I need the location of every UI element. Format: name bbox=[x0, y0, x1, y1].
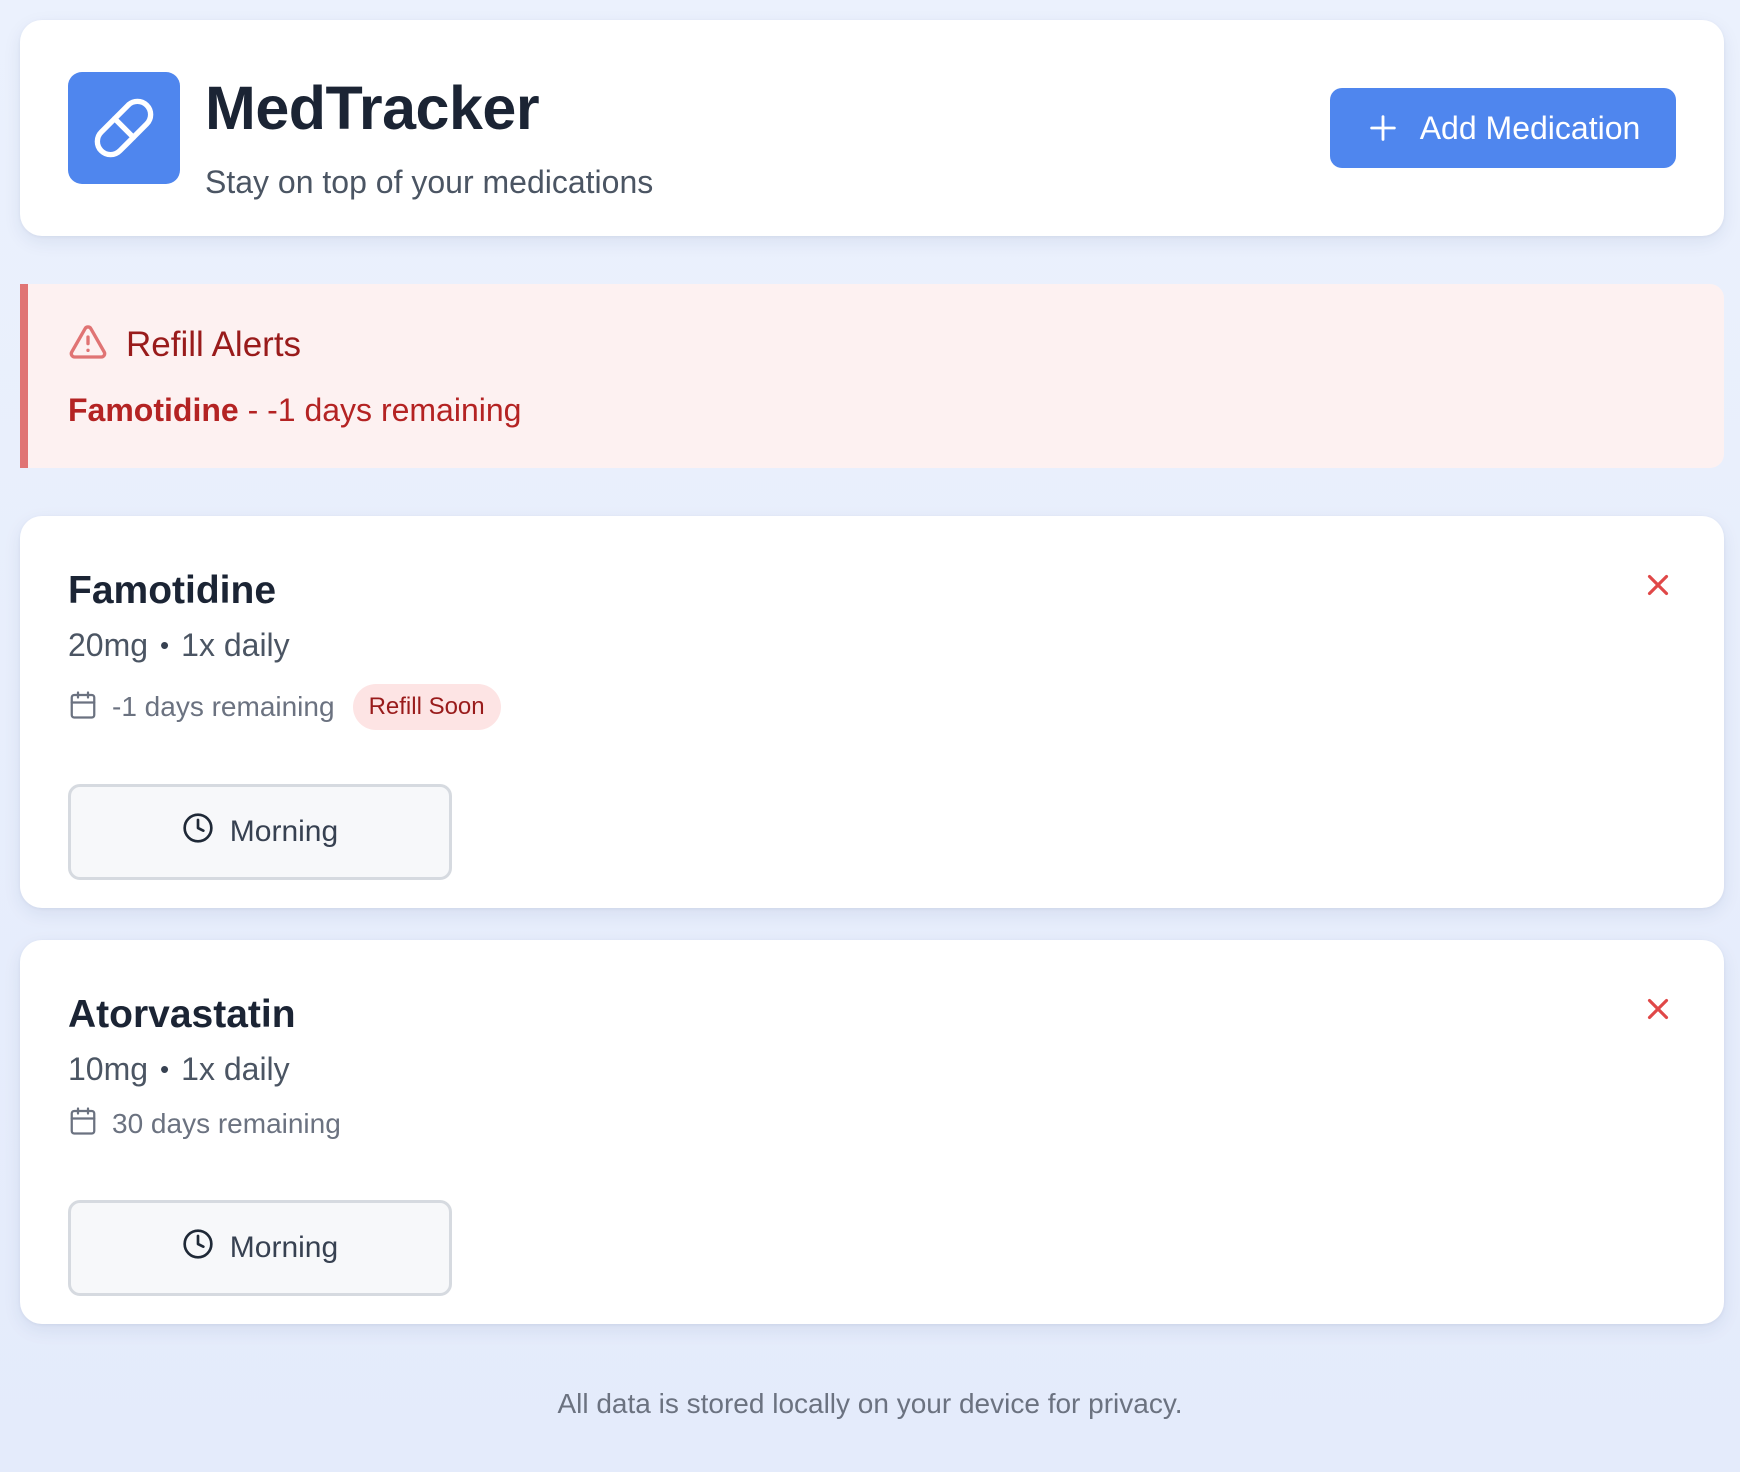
medication-dosage: 10mg • 1x daily bbox=[68, 1050, 290, 1088]
separator-dot: • bbox=[160, 1053, 170, 1084]
refill-alerts-title: Refill Alerts bbox=[126, 324, 302, 364]
app-container: MedTracker Stay on top of your medicatio… bbox=[20, 20, 1724, 1324]
app-subtitle: Stay on top of your medications bbox=[205, 164, 654, 200]
dose-time-button[interactable]: Morning bbox=[68, 1200, 452, 1296]
calendar-icon bbox=[68, 1106, 98, 1141]
refill-alert-med-name: Famotidine bbox=[68, 392, 239, 428]
dose-time-label: Morning bbox=[229, 815, 339, 848]
close-icon bbox=[1641, 992, 1675, 1029]
days-remaining: 30 days remaining bbox=[112, 1107, 341, 1139]
refill-alert-item: Famotidine - -1 days remaining bbox=[68, 392, 521, 429]
calendar-icon bbox=[68, 690, 98, 725]
medication-card: Atorvastatin 10mg • 1x daily 30 days rem… bbox=[20, 940, 1724, 1324]
pill-icon bbox=[68, 72, 180, 184]
dose-time-button[interactable]: Morning bbox=[68, 784, 452, 880]
days-remaining-row: 30 days remaining bbox=[68, 1106, 341, 1141]
delete-medication-button[interactable] bbox=[1638, 566, 1678, 606]
refill-alert-text: - -1 days remaining bbox=[238, 392, 522, 428]
separator-dot: • bbox=[160, 629, 170, 660]
dose: 10mg bbox=[68, 1051, 149, 1087]
frequency: 1x daily bbox=[181, 1051, 290, 1087]
app-header: MedTracker Stay on top of your medicatio… bbox=[20, 20, 1724, 236]
medication-dosage: 20mg • 1x daily bbox=[68, 626, 290, 664]
medication-name: Famotidine bbox=[68, 569, 277, 612]
warning-triangle-icon bbox=[68, 322, 108, 367]
refill-alerts-header: Refill Alerts bbox=[68, 322, 301, 367]
clock-icon bbox=[182, 1228, 214, 1268]
refill-soon-badge: Refill Soon bbox=[352, 684, 501, 730]
privacy-footer: All data is stored locally on your devic… bbox=[557, 1388, 1183, 1419]
clock-icon bbox=[182, 812, 214, 852]
medication-name: Atorvastatin bbox=[68, 993, 296, 1036]
frequency: 1x daily bbox=[181, 627, 290, 663]
refill-alerts-panel: Refill Alerts Famotidine - -1 days remai… bbox=[20, 284, 1724, 468]
add-medication-button[interactable]: Add Medication bbox=[1330, 88, 1676, 168]
dose-time-label: Morning bbox=[229, 1231, 339, 1264]
days-remaining-row: -1 days remaining Refill Soon bbox=[68, 684, 501, 730]
days-remaining: -1 days remaining bbox=[112, 691, 335, 722]
app-title: MedTracker bbox=[205, 74, 540, 142]
delete-medication-button[interactable] bbox=[1638, 990, 1678, 1030]
dose: 20mg bbox=[68, 627, 149, 663]
add-medication-label: Add Medication bbox=[1419, 109, 1641, 146]
close-icon bbox=[1641, 568, 1675, 605]
plus-icon bbox=[1366, 111, 1400, 145]
medication-card: Famotidine 20mg • 1x daily -1 days remai… bbox=[20, 516, 1724, 908]
